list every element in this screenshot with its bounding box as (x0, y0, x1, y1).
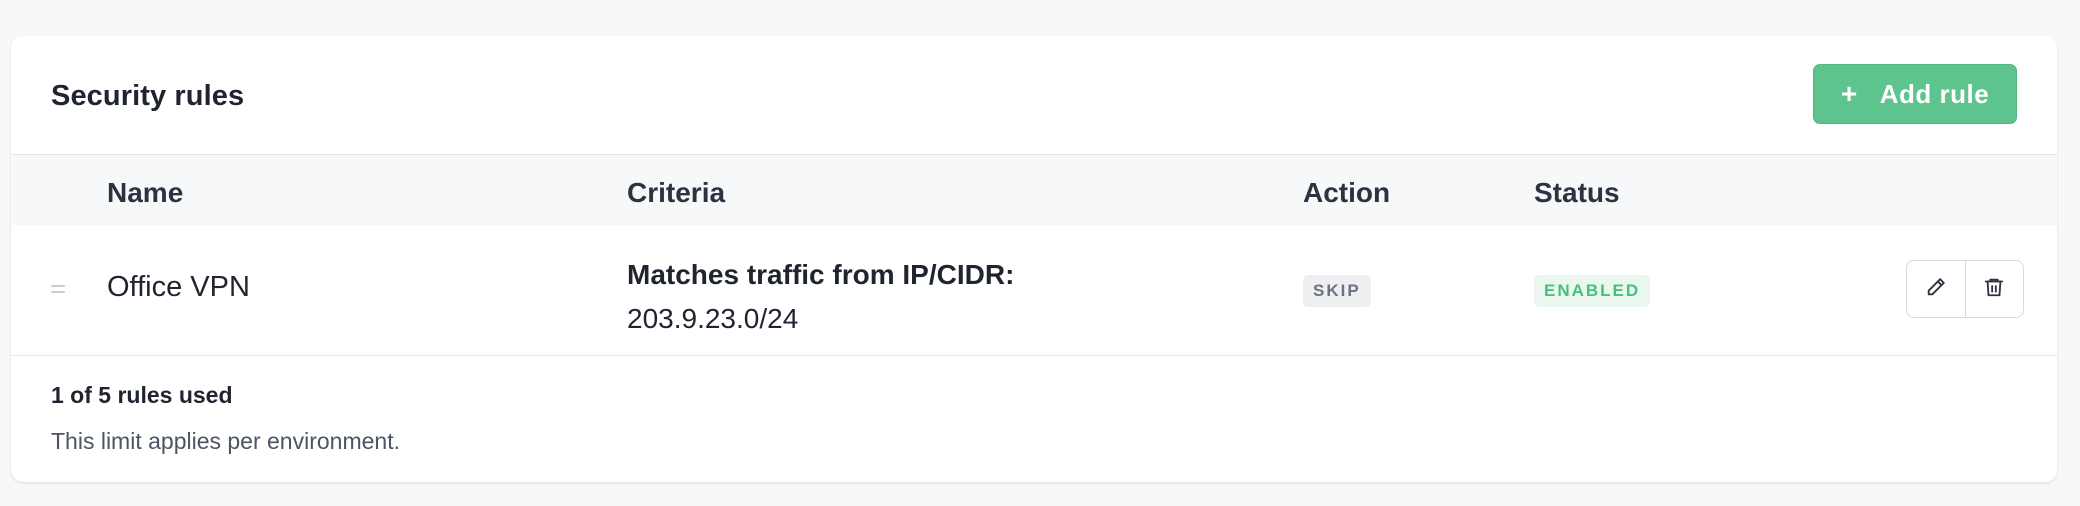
row-actions (1906, 260, 2024, 318)
page-title: Security rules (51, 80, 245, 112)
plus-icon: + (1840, 78, 1858, 109)
column-header-name[interactable]: Name (107, 177, 183, 209)
table-row: Office VPN Matches traffic from IP/CIDR:… (11, 225, 2057, 356)
rules-usage: 1 of 5 rules used (51, 382, 233, 408)
delete-rule-button[interactable] (1964, 261, 2024, 317)
security-rules-card: Security rules + Add rule Name Criteria … (11, 36, 2057, 482)
pencil-icon (1925, 276, 1947, 303)
trash-icon (1983, 276, 2005, 303)
status-badge: ENABLED (1534, 275, 1651, 307)
column-header-action[interactable]: Action (1303, 177, 1390, 209)
table-header: Name Criteria Action Status (11, 154, 2057, 225)
add-rule-button[interactable]: + Add rule (1813, 64, 2017, 124)
rules-footer: 1 of 5 rules used This limit applies per… (51, 382, 400, 455)
column-header-status[interactable]: Status (1534, 177, 1620, 209)
column-header-criteria[interactable]: Criteria (627, 177, 725, 209)
drag-handle-icon[interactable] (51, 285, 65, 295)
rule-criteria: Matches traffic from IP/CIDR: 203.9.23.0… (627, 253, 1014, 341)
action-badge: SKIP (1303, 275, 1371, 307)
criteria-value: 203.9.23.0/24 (627, 303, 799, 334)
limit-note: This limit applies per environment. (51, 428, 400, 454)
rule-name: Office VPN (107, 271, 250, 303)
edit-rule-button[interactable] (1907, 261, 1965, 317)
criteria-label: Matches traffic from IP/CIDR: (627, 259, 1015, 290)
card-header: Security rules + Add rule (11, 36, 2057, 154)
add-rule-label: Add rule (1879, 78, 1990, 109)
